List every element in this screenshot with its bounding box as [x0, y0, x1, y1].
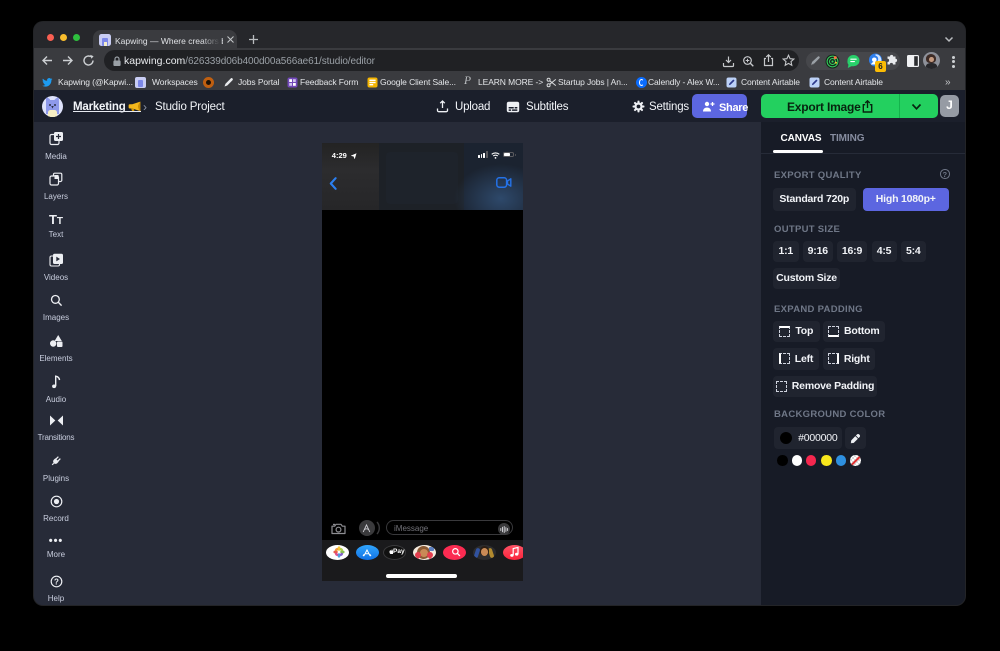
svg-text:?: ?: [54, 577, 59, 586]
